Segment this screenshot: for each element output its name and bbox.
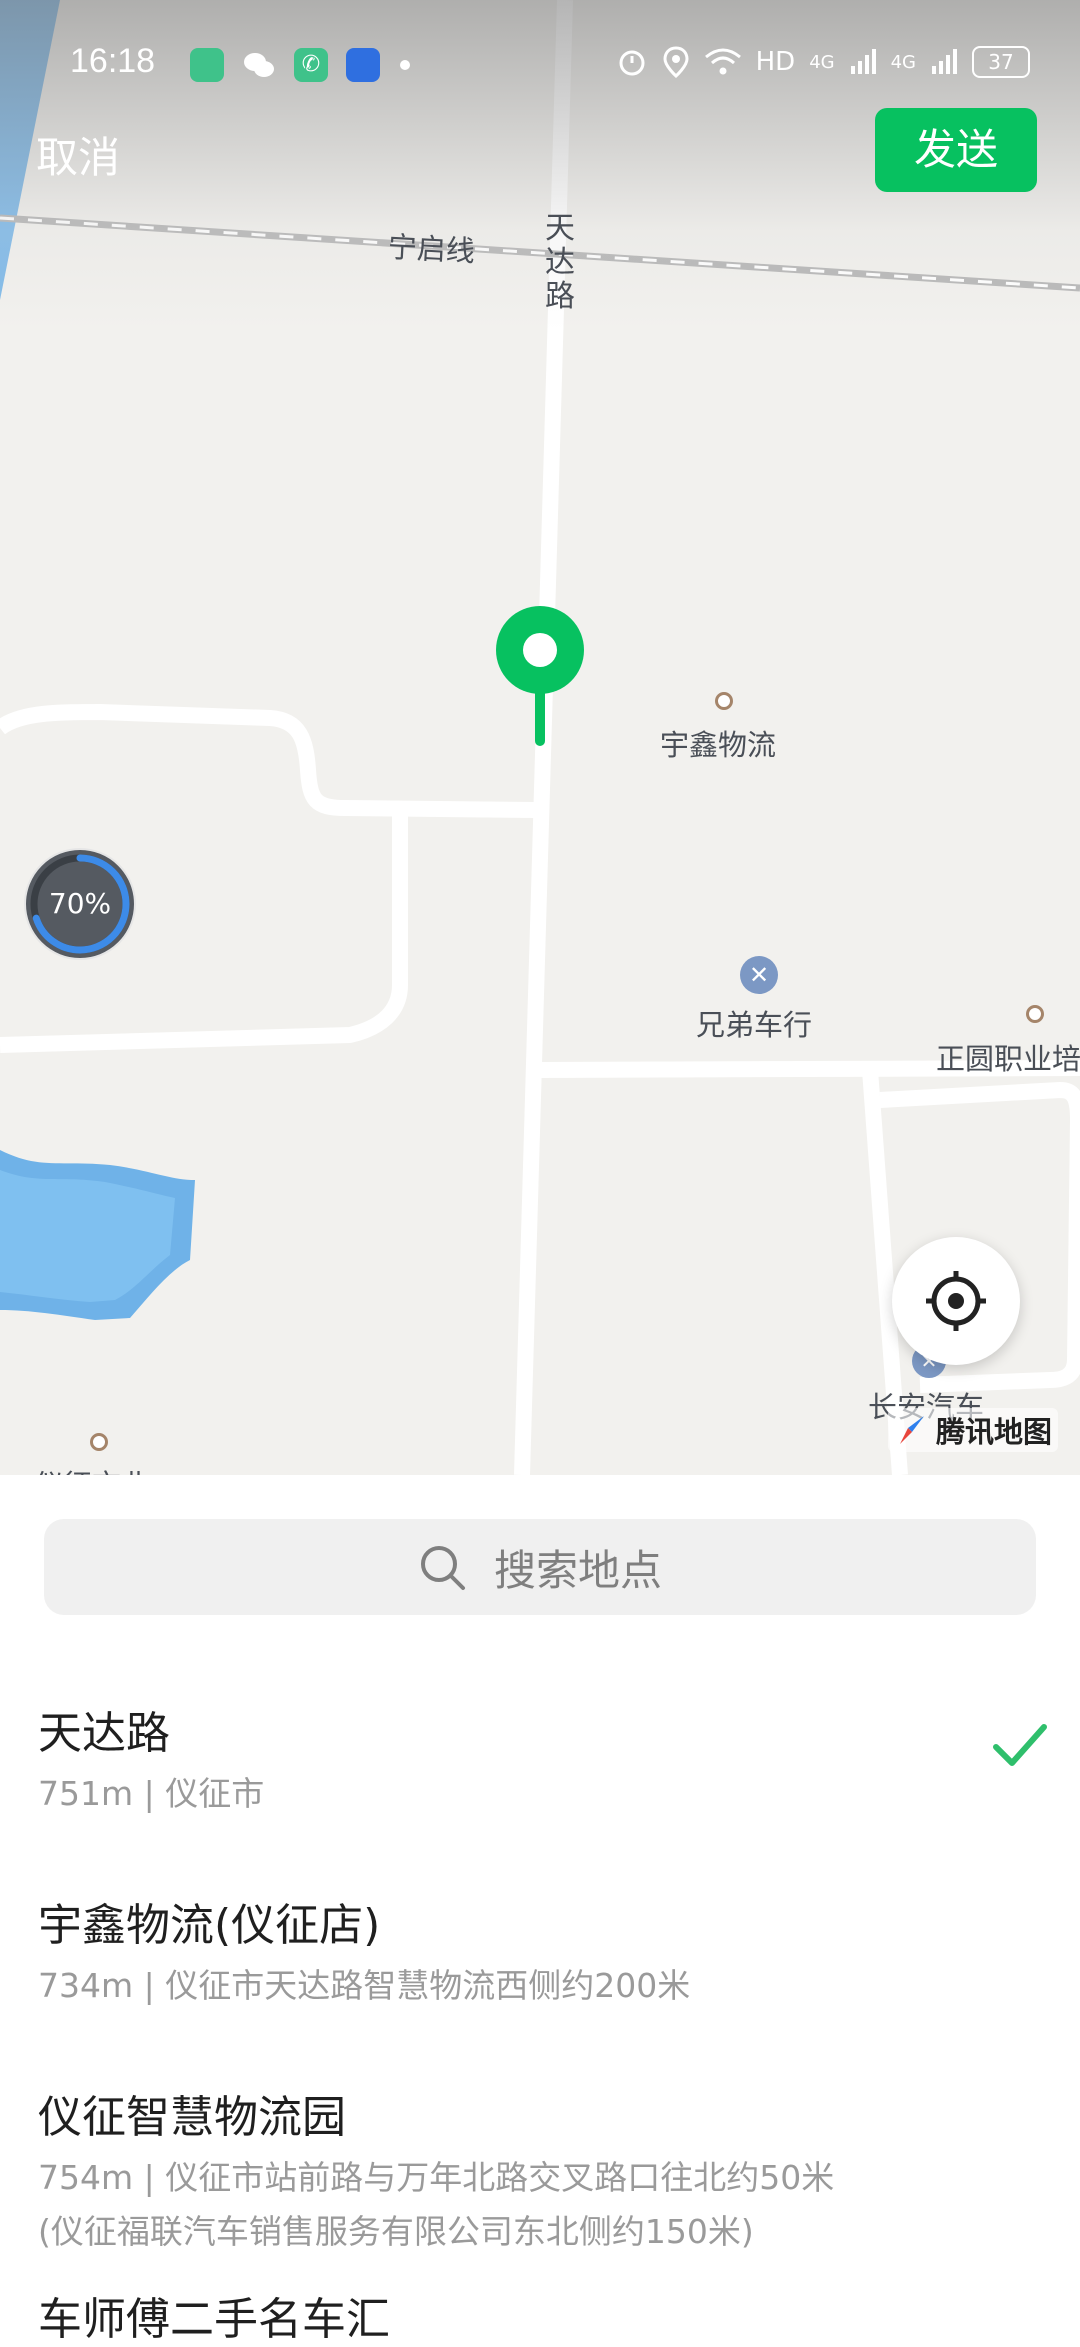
list-item[interactable]: 天达路 751m | 仪征市 (38, 1697, 1038, 1821)
road-label-text: 天达路 (545, 211, 575, 314)
status-bar: 16:18 ✆ HD 4G 4G 37 (0, 36, 1080, 96)
place-name: 仪征智慧物流园 (38, 2092, 346, 2143)
crosshair-icon (926, 1271, 986, 1331)
search-icon (420, 1546, 465, 1590)
alarm-icon (619, 50, 645, 76)
place-detail: 734m | 仪征市天达路智慧物流西侧约200米 (38, 1966, 691, 2005)
rail-label: 宁启线 (387, 229, 476, 269)
clock: 16:18 (70, 42, 156, 80)
signal-label-2: 4G (890, 51, 916, 73)
place-detail: 751m | 仪征市 (38, 1774, 265, 1813)
signal-bars-icon (932, 49, 957, 74)
location-list-sheet: 搜索地点 天达路 751m | 仪征市 宇鑫物流(仪征店) 734m | 仪征市… (0, 1475, 1080, 2345)
selected-check-icon (993, 1724, 1047, 1766)
location-icon (663, 46, 689, 78)
battery-icon: 37 (972, 46, 1030, 78)
signal-bars-icon (850, 49, 876, 74)
place-name: 宇鑫物流(仪征店) (38, 1900, 381, 1951)
send-button[interactable]: 发送 (875, 108, 1037, 192)
location-pin-icon (496, 606, 584, 746)
wechat-icon (242, 48, 276, 82)
baidu-app-icon (346, 48, 380, 82)
my-location-button[interactable] (892, 1237, 1020, 1365)
hd-indicator: HD (755, 47, 796, 77)
map-view[interactable]: 宁启线 天达路 宇鑫物流 ✕ 兄弟车行 正圆职业培 ✕ 长安汽车 仪征市北 70… (0, 0, 1080, 1475)
poi-marker[interactable] (90, 1433, 108, 1451)
status-indicators: HD 4G 4G 37 (616, 46, 1030, 78)
wifi-icon (704, 48, 741, 75)
notification-app-icon (190, 48, 224, 82)
poi-marker[interactable] (1026, 1005, 1044, 1023)
search-placeholder: 搜索地点 (493, 1545, 662, 1595)
place-detail-secondary: (仪征福联汽车销售服务有限公司东北侧约150米) (38, 2212, 754, 2251)
progress-value: 70% (48, 887, 112, 920)
map-brand: 腾讯地图 (888, 1408, 1059, 1452)
poi-label-yuxin[interactable]: 宇鑫物流 (660, 722, 776, 764)
poi-marker[interactable] (715, 692, 733, 710)
signal-label-1: 4G (809, 51, 835, 73)
cancel-button[interactable]: 取消 (36, 124, 120, 185)
phone-icon: ✆ (294, 48, 328, 82)
place-name: 天达路 (38, 1708, 170, 1759)
poi-label-zhengyuan[interactable]: 正圆职业培 (936, 1036, 1080, 1078)
list-item[interactable]: 车师傅二手名车汇 (38, 2283, 1038, 2347)
map-brand-label: 腾讯地图 (936, 1415, 1053, 1449)
poi-label-xiongdi[interactable]: 兄弟车行 (696, 1002, 812, 1044)
road-label: 天达路 (543, 212, 577, 314)
compass-logo-icon (900, 1416, 924, 1444)
battery-level: 37 (988, 50, 1014, 74)
list-item[interactable]: 宇鑫物流(仪征店) 734m | 仪征市天达路智慧物流西侧约200米 (38, 1889, 1038, 2013)
place-detail: 754m | 仪征市站前路与万年北路交叉路口往北约50米 (38, 2158, 835, 2197)
search-input[interactable]: 搜索地点 (44, 1519, 1036, 1615)
floating-progress-widget[interactable]: 70% (24, 848, 136, 960)
more-notifications-dot (400, 60, 410, 70)
list-item[interactable]: 仪征智慧物流园 754m | 仪征市站前路与万年北路交叉路口往北约50米 (仪征… (38, 2081, 1038, 2259)
place-name: 车师傅二手名车汇 (38, 2294, 390, 2345)
repair-shop-icon[interactable]: ✕ (740, 956, 778, 994)
poi-label-yizheng[interactable]: 仪征市北 (34, 1462, 150, 1475)
